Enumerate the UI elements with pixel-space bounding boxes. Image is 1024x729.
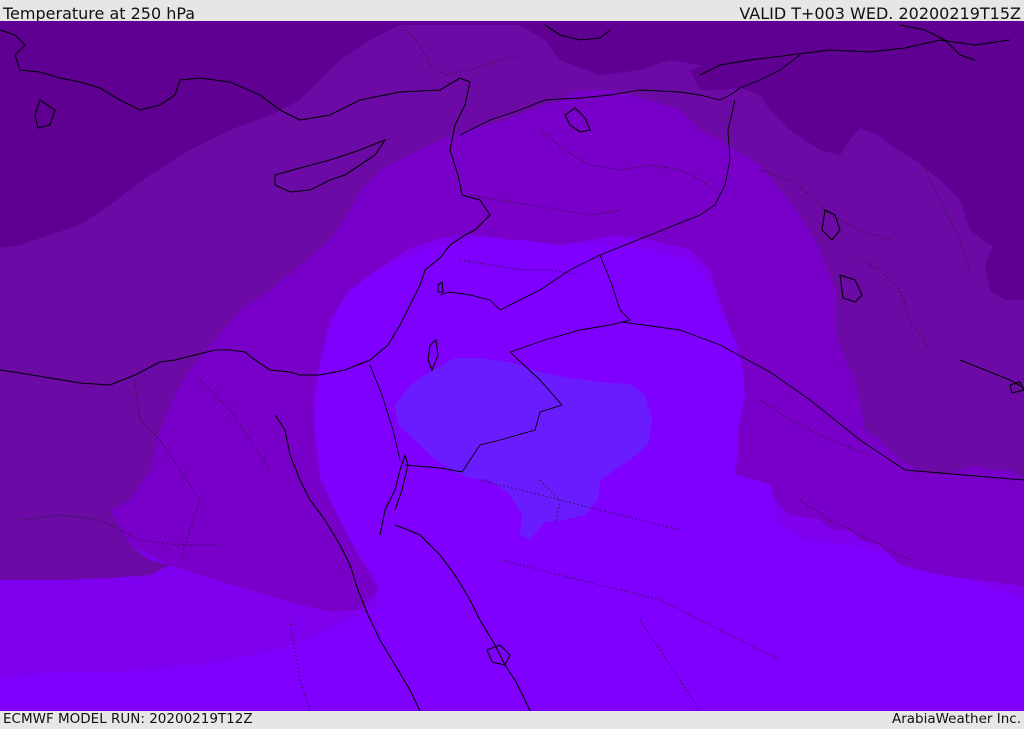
footer-bar: ECMWF MODEL RUN: 20200219T12Z ArabiaWeat… [0,711,1024,729]
credit-label: ArabiaWeather Inc. [891,711,1021,728]
header-bar: Temperature at 250 hPa VALID T+003 WED. … [0,0,1024,21]
valid-time: VALID T+003 WED. 20200219T15Z [739,3,1021,23]
model-run-label: ECMWF MODEL RUN: 20200219T12Z [3,711,253,728]
map-title: Temperature at 250 hPa [3,3,196,23]
temperature-map [0,21,1024,711]
map-viewer: Temperature at 250 hPa VALID T+003 WED. … [0,0,1024,729]
